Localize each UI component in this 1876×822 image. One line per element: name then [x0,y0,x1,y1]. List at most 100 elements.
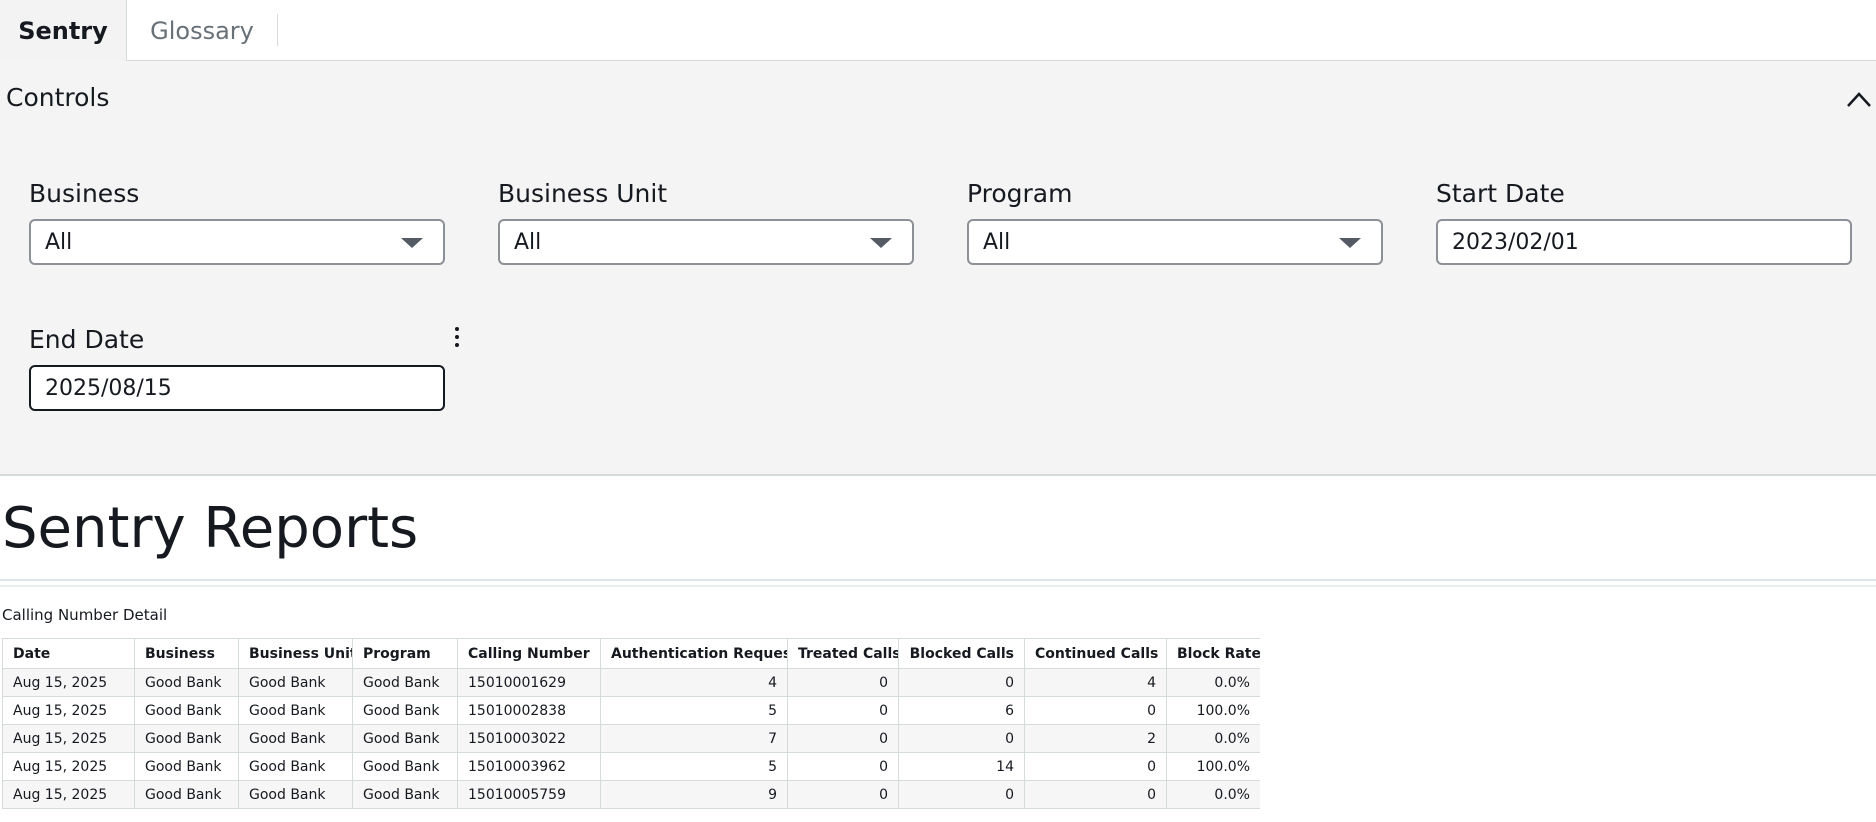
table-body: Aug 15, 2025 Good Bank Good Bank Good Bank 1… [2,668,1260,809]
column-header[interactable]: Authentication Requests [600,638,788,669]
table-header-row: Date Business Business Unit Program Call… [2,638,1260,669]
column-header[interactable]: Block Rate [1166,638,1260,669]
table-row[interactable]: Aug 15, 2025 Good Bank Good Bank Good Bank 1… [2,752,1260,781]
column-header[interactable]: Continued Calls [1024,638,1167,669]
table-cell: Good Bank [134,668,239,697]
table-cell: 5 [600,752,788,781]
table-cell: 15010003022 [457,724,601,753]
table-cell: 15010002838 [457,696,601,725]
table-cell: Good Bank [134,752,239,781]
table-cell: 4 [600,668,788,697]
business-filter: Business All [29,177,445,265]
table-cell: 0 [787,752,899,781]
table-cell: Good Bank [352,724,458,753]
table-cell: 0 [787,780,899,809]
table-row[interactable]: Aug 15, 2025 Good Bank Good Bank Good Bank 1… [2,696,1260,725]
visual-title: Calling Number Detail [2,606,168,624]
tab-sentry[interactable]: Sentry [0,0,127,61]
business-unit-select[interactable]: All [498,219,914,265]
table-cell: 0 [787,668,899,697]
table-cell: Good Bank [238,668,353,697]
table-cell: 15010005759 [457,780,601,809]
start-date-input[interactable]: 2023/02/01 [1436,219,1852,265]
table-row[interactable]: Aug 15, 2025 Good Bank Good Bank Good Bank 1… [2,780,1260,809]
table-cell: Good Bank [134,696,239,725]
table-cell: 7 [600,724,788,753]
program-select-value: All [983,229,1011,255]
caret-down-icon [1339,238,1361,248]
program-label: Program [967,179,1073,208]
controls-panel: Controls Business All Business Unit All … [0,61,1876,476]
table-cell: Good Bank [352,696,458,725]
table-cell: Good Bank [238,696,353,725]
controls-title: Controls [6,83,110,112]
column-header[interactable]: Date [2,638,135,669]
program-select[interactable]: All [967,219,1383,265]
chevron-up-icon[interactable] [1846,89,1872,109]
more-options-icon[interactable] [449,323,465,353]
table-cell: Good Bank [134,780,239,809]
table-cell: Good Bank [238,724,353,753]
end-date-value: 2025/08/15 [45,375,172,401]
table-cell: 0 [787,724,899,753]
table-cell: Good Bank [134,724,239,753]
table-cell: 0 [1024,780,1167,809]
end-date-label: End Date [29,325,145,354]
table-cell: 4 [1024,668,1167,697]
section-divider [0,585,1876,587]
business-select[interactable]: All [29,219,445,265]
business-unit-label: Business Unit [498,179,668,208]
caret-down-icon [870,238,892,248]
table-cell: Aug 15, 2025 [2,780,135,809]
tab-separator [277,14,278,46]
column-header[interactable]: Business Unit [238,638,353,669]
table-cell: 14 [898,752,1025,781]
start-date-filter: Start Date 2023/02/01 [1436,177,1852,265]
table-cell: 15010001629 [457,668,601,697]
end-date-filter: End Date 2025/08/15 [29,323,459,411]
tab-bar: Sentry Glossary [0,0,1876,61]
table-cell: 0 [1024,696,1167,725]
table-cell: Good Bank [238,780,353,809]
data-table: Date Business Business Unit Program Call… [2,638,1260,809]
table-cell: 0 [787,696,899,725]
business-select-value: All [45,229,73,255]
table-cell: 2 [1024,724,1167,753]
column-header[interactable]: Blocked Calls [898,638,1025,669]
table-cell: 0.0% [1166,780,1260,809]
table-row[interactable]: Aug 15, 2025 Good Bank Good Bank Good Bank 1… [2,668,1260,697]
table-cell: 6 [898,696,1025,725]
business-unit-select-value: All [514,229,542,255]
report-title: Sentry Reports [2,496,419,561]
start-date-label: Start Date [1436,179,1565,208]
section-divider [0,579,1876,581]
column-header[interactable]: Treated Calls [787,638,899,669]
table-cell: Aug 15, 2025 [2,752,135,781]
program-filter: Program All [967,177,1383,265]
table-cell: Good Bank [238,752,353,781]
table-cell: 15010003962 [457,752,601,781]
end-date-input[interactable]: 2025/08/15 [29,365,445,411]
business-unit-filter: Business Unit All [498,177,914,265]
table-cell: 0 [898,668,1025,697]
table-cell: 9 [600,780,788,809]
caret-down-icon [401,238,423,248]
business-label: Business [29,179,140,208]
tab-glossary[interactable]: Glossary [127,0,277,61]
table-cell: Good Bank [352,668,458,697]
table-row[interactable]: Aug 15, 2025 Good Bank Good Bank Good Bank 1… [2,724,1260,753]
table-cell: Good Bank [352,780,458,809]
table-cell: 0.0% [1166,668,1260,697]
table-cell: 0.0% [1166,724,1260,753]
column-header[interactable]: Calling Number [457,638,601,669]
table-cell: 0 [898,724,1025,753]
table-cell: Aug 15, 2025 [2,696,135,725]
table-cell: Good Bank [352,752,458,781]
table-cell: 100.0% [1166,752,1260,781]
table-cell: 5 [600,696,788,725]
table-cell: 0 [898,780,1025,809]
column-header[interactable]: Business [134,638,239,669]
calling-number-table: Date Business Business Unit Program Call… [2,638,1260,822]
column-header[interactable]: Program [352,638,458,669]
table-cell: Aug 15, 2025 [2,668,135,697]
